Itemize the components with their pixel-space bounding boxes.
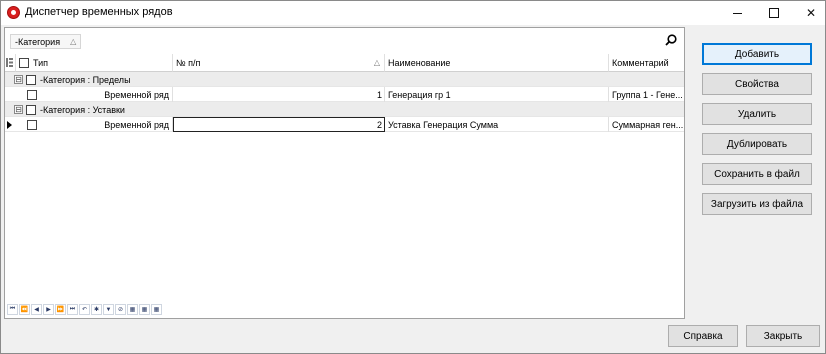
next-page-icon[interactable]: ⏩ — [55, 304, 66, 315]
table-row-current[interactable]: Временной ряд 2 Уставка Генерация Сумма … — [5, 117, 684, 132]
next-record-icon[interactable]: ▶ — [43, 304, 54, 315]
cell-name[interactable]: Уставка Генерация Сумма — [385, 117, 609, 132]
collapse-icon: ⊟ — [14, 74, 23, 84]
select-all-checkbox[interactable] — [19, 57, 29, 68]
filter-icon[interactable]: ▼ — [103, 304, 114, 315]
help-button[interactable]: Справка — [668, 325, 738, 347]
prev-page-icon[interactable]: ⏪ — [19, 304, 30, 315]
column-header-comment[interactable]: Комментарий — [609, 54, 684, 72]
column-header-number-label: № п/п — [176, 57, 201, 68]
window: Диспетчер временных рядов ✕ -Категория △… — [0, 0, 826, 354]
close-window-button[interactable]: ✕ — [791, 1, 826, 25]
delete-button[interactable]: Удалить — [702, 103, 812, 125]
group-row[interactable]: ⊟ -Категория : Уставки — [5, 102, 684, 117]
current-row-indicator-icon — [7, 121, 12, 129]
prev-record-icon[interactable]: ◀ — [31, 304, 42, 315]
checkbox-box — [26, 74, 36, 85]
column-header-number[interactable]: № п/п △ — [173, 54, 385, 72]
column-header-name-label: Наименование — [388, 57, 451, 68]
save-to-file-button[interactable]: Сохранить в файл — [702, 163, 812, 185]
title-bar: Диспетчер временных рядов ✕ — [1, 1, 825, 25]
close-button[interactable]: Закрыть — [746, 325, 820, 347]
load-from-file-button[interactable]: Загрузить из файла — [702, 193, 812, 215]
group-expander[interactable]: ⊟ — [14, 102, 23, 117]
column-header-type[interactable]: Тип — [16, 54, 173, 72]
column-header-comment-label: Комментарий — [612, 57, 669, 68]
columns-icon[interactable]: ▦ — [139, 304, 150, 315]
last-record-icon[interactable]: ⏭ — [67, 304, 78, 315]
column-header-name[interactable]: Наименование — [385, 54, 609, 72]
checkbox-box — [26, 104, 36, 115]
column-header-type-label: Тип — [33, 57, 49, 68]
group-label: -Категория : Уставки — [40, 104, 125, 115]
duplicate-button[interactable]: Дублировать — [702, 133, 812, 155]
cell-type[interactable]: Временной ряд — [16, 117, 173, 132]
minimize-button[interactable] — [717, 1, 757, 25]
refresh-icon[interactable]: ↶ — [79, 304, 90, 315]
record-navigator: ⏮ ⏪ ◀ ▶ ⏩ ⏭ ↶ ✱ ▼ ⊘ ▦ ▦ ▦ — [7, 304, 162, 316]
properties-button[interactable]: Свойства — [702, 73, 812, 95]
collapse-icon: ⊟ — [14, 104, 23, 114]
clear-filter-icon[interactable]: ⊘ — [115, 304, 126, 315]
cell-comment[interactable]: Группа 1 - Гене... — [609, 87, 684, 102]
window-title: Диспетчер временных рядов — [25, 6, 173, 18]
cell-comment[interactable]: Суммарная ген... — [609, 117, 684, 132]
group-chip-category[interactable]: -Категория △ — [10, 34, 82, 49]
print-icon[interactable]: ▦ — [151, 304, 162, 315]
group-chip-label: -Категория — [15, 36, 61, 47]
add-button[interactable]: Добавить — [702, 43, 812, 65]
group-checkbox[interactable] — [26, 102, 36, 117]
cell-number-editor[interactable]: 2 — [173, 117, 385, 132]
timeseries-grid-panel: -Категория △ Тип № п/п △ Наименование Ко… — [4, 27, 685, 319]
search-icon[interactable] — [665, 34, 677, 46]
column-chooser-icon[interactable] — [5, 54, 16, 72]
group-by-bar: -Категория △ — [5, 28, 684, 54]
cell-number[interactable]: 1 — [173, 87, 385, 102]
export-icon[interactable]: ▦ — [127, 304, 138, 315]
group-expander[interactable]: ⊟ — [14, 72, 23, 87]
maximize-button[interactable] — [754, 1, 794, 25]
new-record-icon[interactable]: ✱ — [91, 304, 102, 315]
sort-asc-icon: △ — [70, 37, 77, 46]
app-icon — [7, 6, 20, 19]
group-label: -Категория : Пределы — [40, 74, 131, 85]
sort-asc-icon: △ — [373, 58, 380, 67]
first-record-icon[interactable]: ⏮ — [7, 304, 18, 315]
table-row[interactable]: Временной ряд 1 Генерация гр 1 Группа 1 … — [5, 87, 684, 102]
cell-type[interactable]: Временной ряд — [16, 87, 173, 102]
group-row[interactable]: ⊟ -Категория : Пределы — [5, 72, 684, 87]
group-checkbox[interactable] — [26, 72, 36, 87]
cell-name[interactable]: Генерация гр 1 — [385, 87, 609, 102]
